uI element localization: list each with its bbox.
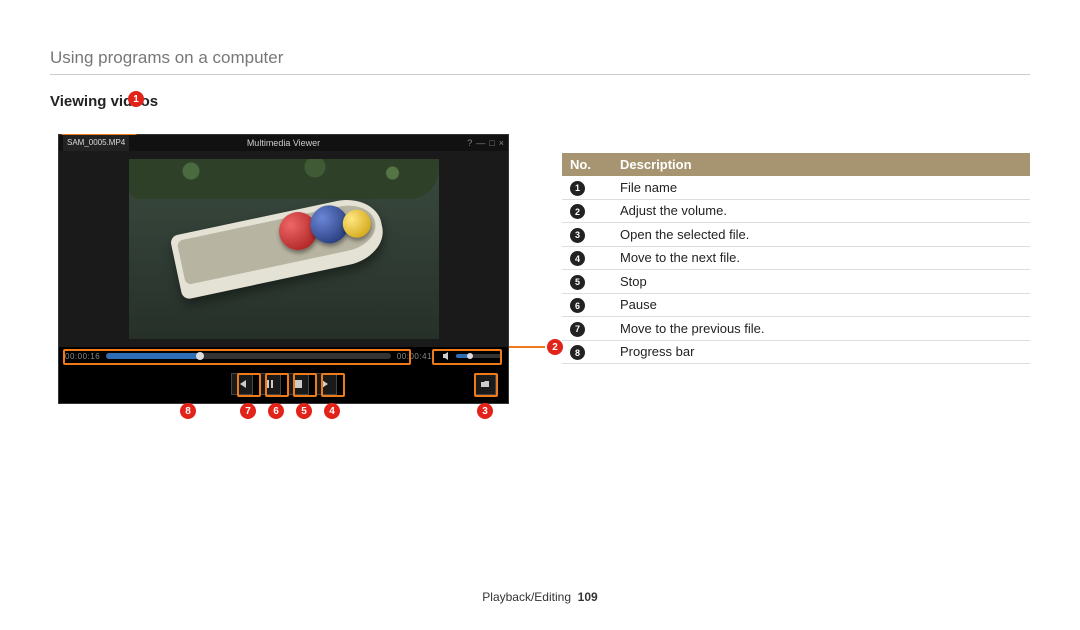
divider bbox=[50, 74, 1030, 75]
footer-section: Playback/Editing bbox=[482, 590, 571, 604]
time-current: 00:00:16 bbox=[65, 352, 100, 361]
pause-button[interactable] bbox=[259, 373, 281, 395]
close-icon[interactable]: × bbox=[499, 138, 504, 148]
volume-control[interactable] bbox=[442, 351, 502, 361]
breadcrumb: Using programs on a computer bbox=[50, 48, 1030, 68]
next-button[interactable] bbox=[315, 373, 337, 395]
progress-row: 00:00:16 00:00:41 bbox=[59, 347, 508, 365]
page: Using programs on a computer Viewing vid… bbox=[0, 0, 1080, 630]
stop-button[interactable] bbox=[287, 373, 309, 395]
table-row: 5Stop bbox=[562, 270, 1030, 294]
time-total: 00:00:41 bbox=[397, 352, 432, 361]
prev-button[interactable] bbox=[231, 373, 253, 395]
section-heading: Viewing videos bbox=[50, 93, 522, 110]
table-row: 7Move to the previous file. bbox=[562, 317, 1030, 341]
footer-page: 109 bbox=[578, 590, 598, 604]
progress-bar[interactable] bbox=[106, 353, 391, 359]
content-columns: Viewing videos 1 SAM_0005.MP4 Multimedia… bbox=[50, 93, 1030, 404]
window-controls: ? — □ × bbox=[467, 138, 504, 148]
table-row: 3Open the selected file. bbox=[562, 223, 1030, 247]
video-frame bbox=[59, 151, 508, 347]
callout-2: 2 bbox=[547, 339, 563, 355]
legend-table: No. Description 1File name 2Adjust the v… bbox=[562, 153, 1030, 364]
minimize-icon[interactable]: — bbox=[476, 138, 485, 148]
media-buttons bbox=[59, 365, 508, 403]
app-title: Multimedia Viewer bbox=[247, 138, 320, 148]
filename-label: SAM_0005.MP4 bbox=[63, 135, 129, 151]
callout-7: 7 bbox=[240, 403, 256, 419]
video-still bbox=[129, 159, 439, 339]
titlebar: SAM_0005.MP4 Multimedia Viewer ? — □ × bbox=[59, 135, 508, 151]
table-row: 2Adjust the volume. bbox=[562, 199, 1030, 223]
maximize-icon[interactable]: □ bbox=[489, 138, 494, 148]
table-row: 6Pause bbox=[562, 293, 1030, 317]
callout-line-2 bbox=[509, 346, 545, 348]
table-row: 8Progress bar bbox=[562, 340, 1030, 364]
callout-5: 5 bbox=[296, 403, 312, 419]
table-row: 4Move to the next file. bbox=[562, 246, 1030, 270]
callout-8: 8 bbox=[180, 403, 196, 419]
right-column: No. Description 1File name 2Adjust the v… bbox=[562, 93, 1030, 404]
help-icon[interactable]: ? bbox=[467, 138, 472, 148]
table-row: 1File name bbox=[562, 176, 1030, 199]
callout-1: 1 bbox=[128, 91, 144, 107]
callout-6: 6 bbox=[268, 403, 284, 419]
legend-header-desc: Description bbox=[612, 153, 1030, 176]
open-file-button[interactable] bbox=[474, 373, 496, 395]
callout-4: 4 bbox=[324, 403, 340, 419]
legend-header-no: No. bbox=[562, 153, 612, 176]
multimedia-viewer-window: SAM_0005.MP4 Multimedia Viewer ? — □ × bbox=[58, 134, 509, 404]
page-footer: Playback/Editing 109 bbox=[0, 590, 1080, 604]
left-column: Viewing videos 1 SAM_0005.MP4 Multimedia… bbox=[50, 93, 522, 404]
callout-3: 3 bbox=[477, 403, 493, 419]
speaker-icon bbox=[442, 351, 452, 361]
